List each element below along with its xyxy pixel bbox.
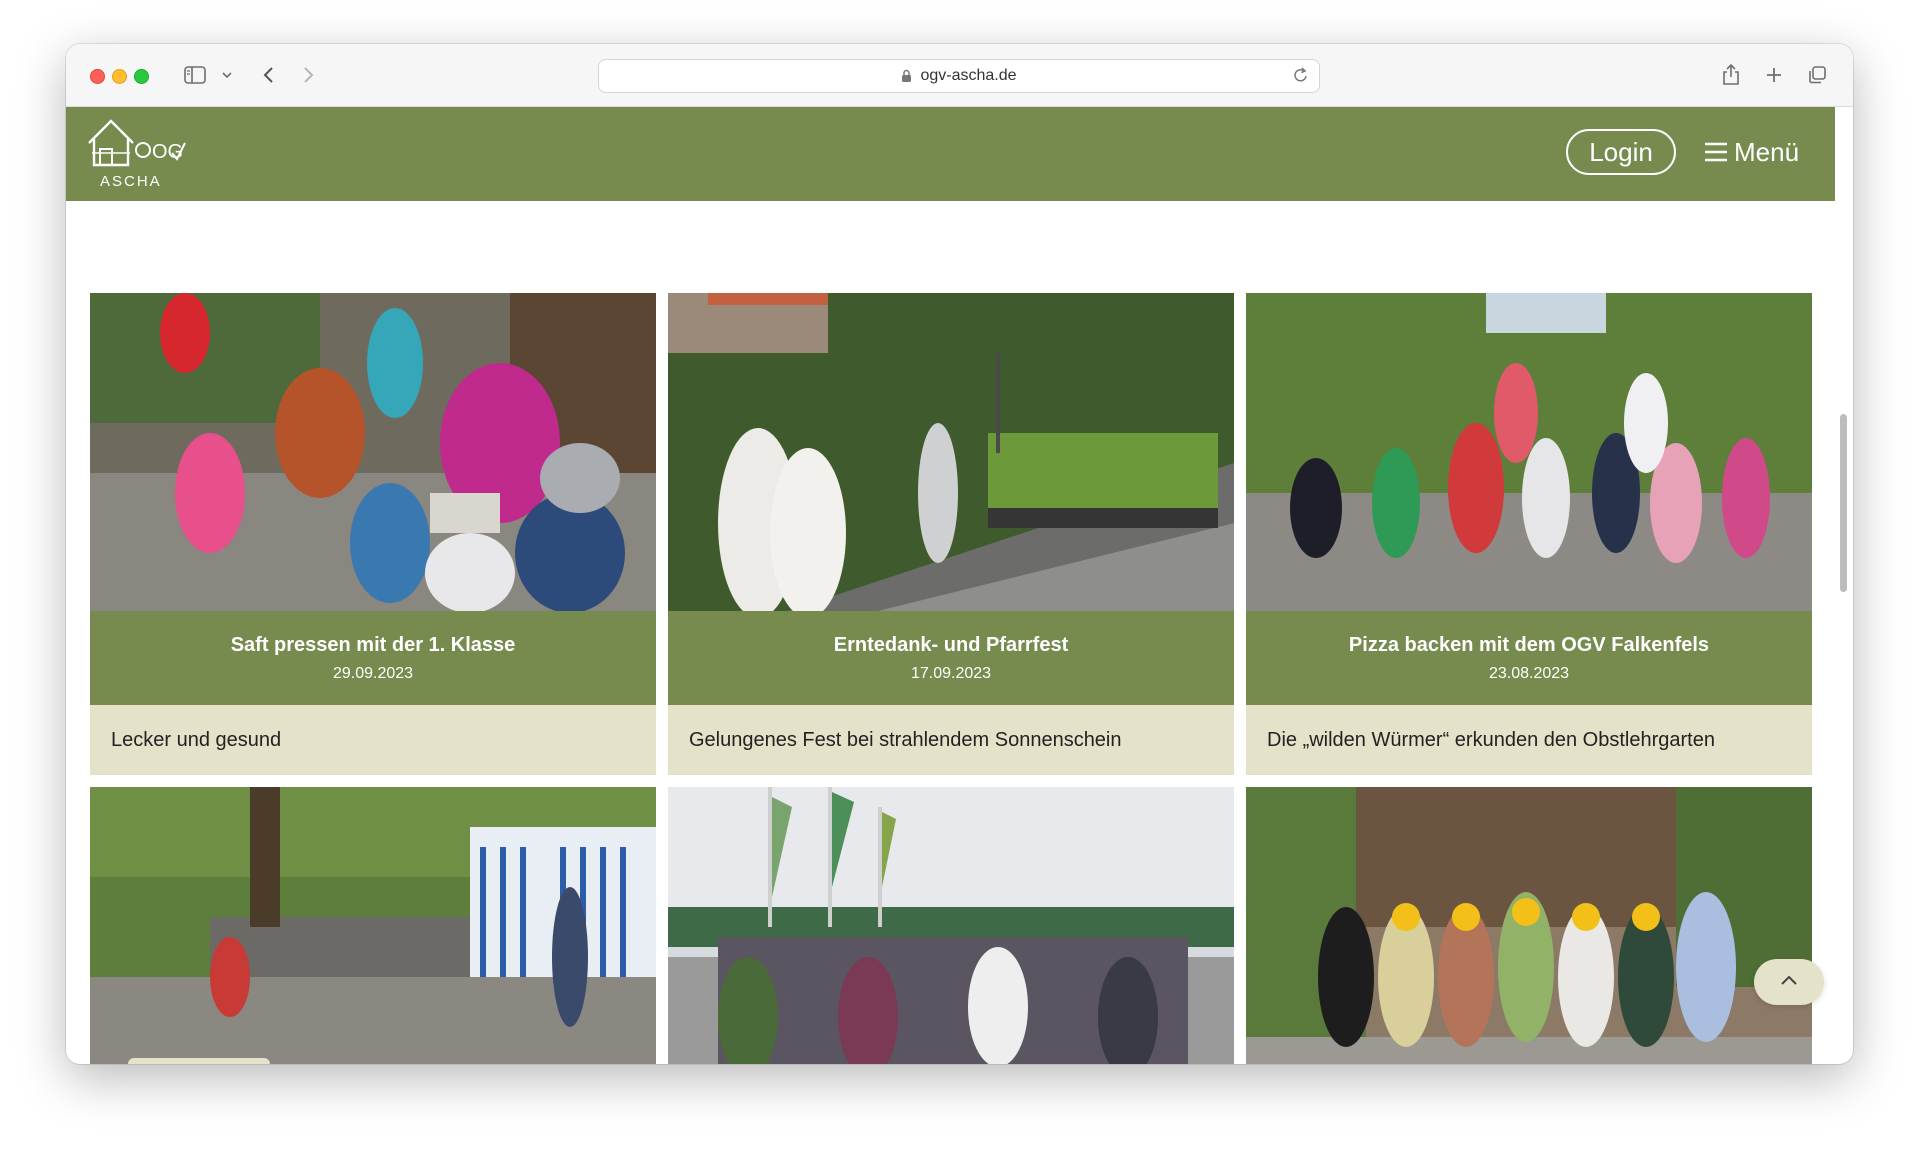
address-bar[interactable]: ogv-ascha.de	[598, 59, 1320, 93]
news-card-title[interactable]: Saft pressen mit der 1. Klasse	[90, 611, 656, 657]
news-card-title[interactable]: Erntedank- und Pfarrfest	[668, 611, 1234, 657]
minimize-window-button[interactable]	[112, 69, 127, 84]
chevron-down-icon[interactable]	[220, 62, 234, 88]
news-card-date: 17.09.2023	[910, 665, 992, 682]
login-button[interactable]: Login	[1566, 129, 1676, 175]
news-card-teaser: Lecker und gesund	[111, 728, 282, 751]
news-card-photo[interactable]	[668, 787, 1234, 1064]
reload-icon[interactable]	[1293, 66, 1309, 84]
maximize-window-button[interactable]	[134, 69, 149, 84]
news-card-header: Erntedank- und Pfarrfest 17.09.2023	[668, 611, 1234, 705]
logo-text: ASCHA	[100, 173, 162, 190]
menu-button[interactable]: Menü	[1704, 129, 1799, 175]
news-card-header: Saft pressen mit der 1. Klasse 29.09.202…	[90, 611, 656, 705]
news-card[interactable]	[90, 787, 656, 1064]
share-icon[interactable]	[1720, 62, 1742, 88]
news-card-date: 29.09.2023	[332, 665, 414, 682]
scroll-to-top-button[interactable]	[1754, 959, 1824, 1005]
menu-label: Menü	[1734, 136, 1800, 167]
news-card-teaser: Die „wilden Würmer“ erkunden den Obstleh…	[1267, 728, 1715, 751]
news-card[interactable]: Erntedank- und Pfarrfest 17.09.2023 Gelu…	[668, 293, 1234, 775]
close-window-button[interactable]	[90, 69, 105, 84]
hamburger-icon	[1704, 141, 1728, 163]
news-card-teaser: Gelungenes Fest bei strahlendem Sonnensc…	[689, 728, 1122, 751]
news-card-photo[interactable]	[1246, 293, 1812, 611]
url-text: ogv-ascha.de	[920, 67, 1017, 84]
news-card-photo[interactable]	[1246, 787, 1812, 1064]
news-grid: Saft pressen mit der 1. Klasse 29.09.202…	[66, 201, 1835, 1064]
chevron-up-icon	[1780, 973, 1798, 991]
news-card-date: 23.08.2023	[1488, 665, 1570, 682]
browser-window: ogv-ascha.de OG ASCHA Login Menü Saft pr…	[66, 44, 1853, 1064]
news-card[interactable]: Pizza backen mit dem OGV Falkenfels 23.0…	[1246, 293, 1812, 775]
forward-arrow-icon[interactable]	[299, 62, 319, 88]
news-card-title[interactable]: Pizza backen mit dem OGV Falkenfels	[1246, 611, 1812, 657]
news-card[interactable]	[1246, 787, 1812, 1064]
new-tab-icon[interactable]	[1763, 62, 1785, 88]
ogv-ascha-logo[interactable]: OG ASCHA	[86, 115, 186, 193]
news-card-photo[interactable]	[90, 787, 656, 1064]
news-card[interactable]: Saft pressen mit der 1. Klasse 29.09.202…	[90, 293, 656, 775]
news-card-header: Pizza backen mit dem OGV Falkenfels 23.0…	[1246, 611, 1812, 705]
back-arrow-icon[interactable]	[258, 62, 278, 88]
news-card-photo[interactable]	[90, 293, 656, 611]
logo-letters: OG	[152, 141, 183, 163]
card-label-tab	[128, 1058, 270, 1064]
news-card[interactable]	[668, 787, 1234, 1064]
tab-overview-icon[interactable]	[1806, 62, 1828, 88]
site-header: OG ASCHA Login Menü	[66, 107, 1835, 201]
lock-icon	[901, 69, 912, 83]
sidebar-icon[interactable]	[182, 62, 208, 88]
vertical-scrollbar[interactable]	[1840, 414, 1847, 592]
news-card-photo[interactable]	[668, 293, 1234, 611]
browser-toolbar: ogv-ascha.de	[66, 44, 1853, 107]
